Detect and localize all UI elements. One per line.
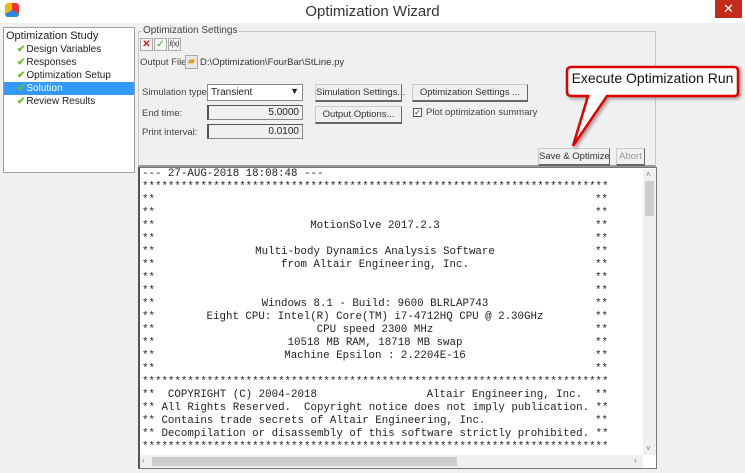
callout-text: Execute Optimization Run	[571, 70, 734, 86]
